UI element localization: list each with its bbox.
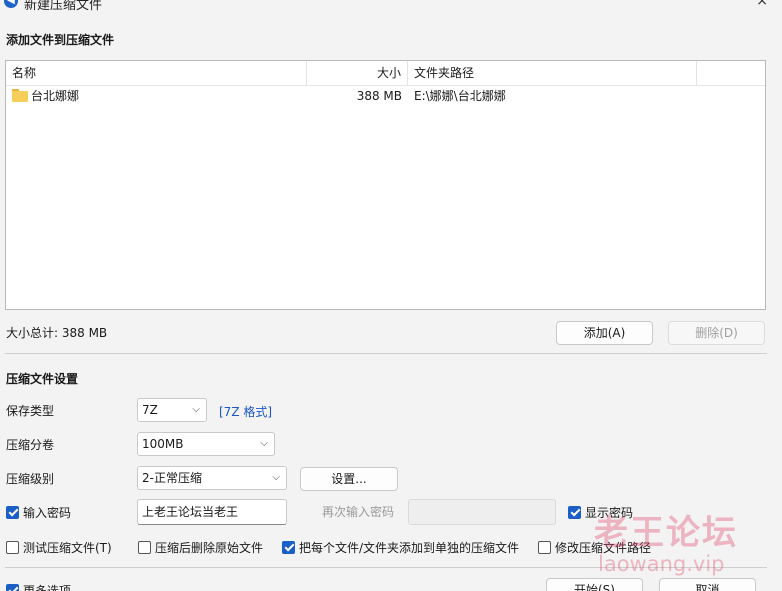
chevron-down-icon: ⌵ (260, 438, 268, 449)
password-checkbox[interactable]: 输入密码 (6, 504, 71, 520)
column-path-header[interactable]: 文件夹路径 (408, 61, 697, 85)
format-link[interactable]: [7Z 格式] (219, 403, 272, 420)
folder-icon (12, 89, 28, 102)
separate-archives-checkbox[interactable]: 把每个文件/文件夹添加到单独的压缩文件 (282, 539, 519, 555)
test-archive-checkbox[interactable]: 测试压缩文件(T) (6, 539, 112, 555)
file-size: 388 MB (356, 89, 402, 103)
checkbox-checked[interactable] (6, 583, 19, 591)
column-size-header[interactable]: 大小 (307, 61, 408, 85)
title-bar: ◀ 新建压缩文件 × (0, 0, 782, 13)
chevron-down-icon: ⌵ (192, 404, 200, 415)
split-select[interactable]: 100MB ⌵ (137, 432, 275, 456)
list-header: 名称 大小 文件夹路径 (6, 61, 765, 86)
checkbox-checked[interactable] (6, 505, 19, 519)
settings-section-title: 压缩文件设置 (6, 372, 79, 386)
password-input[interactable]: 上老王论坛当老王 (137, 499, 287, 525)
checkbox-unchecked[interactable] (138, 540, 151, 554)
add-button[interactable]: 添加(A) (556, 321, 653, 345)
more-options-checkbox[interactable]: 更多选项 (6, 582, 71, 591)
checkbox-unchecked[interactable] (6, 540, 19, 554)
file-path: E:\娜娜\台北娜娜 (414, 89, 506, 103)
checkbox-checked[interactable] (282, 540, 295, 554)
file-list[interactable]: 名称 大小 文件夹路径 台北娜娜 388 MB E:\娜娜\台北娜娜 (5, 60, 766, 310)
divider (5, 567, 767, 568)
delete-after-checkbox[interactable]: 压缩后删除原始文件 (138, 539, 263, 555)
column-name-header[interactable]: 名称 (6, 61, 307, 85)
reenter-password-input[interactable] (408, 499, 556, 525)
save-type-select[interactable]: 7Z ⌵ (137, 398, 207, 422)
show-password-checkbox[interactable]: 显示密码 (568, 504, 633, 520)
settings-button[interactable]: 设置... (300, 467, 398, 491)
close-icon[interactable]: × (756, 0, 768, 9)
delete-button[interactable]: 删除(D) (668, 321, 765, 345)
window-title: 新建压缩文件 (24, 0, 103, 13)
start-button[interactable]: 开始(S) (546, 578, 643, 591)
checkbox-checked[interactable] (568, 505, 581, 519)
level-label: 压缩级别 (6, 472, 55, 486)
total-size: 大小总计: 388 MB (6, 326, 108, 340)
app-icon: ◀ (4, 0, 18, 8)
file-name: 台北娜娜 (31, 89, 80, 103)
change-path-checkbox[interactable]: 修改压缩文件路径 (538, 539, 651, 555)
divider (5, 353, 767, 354)
list-item[interactable]: 台北娜娜 388 MB E:\娜娜\台北娜娜 (6, 85, 765, 107)
level-select[interactable]: 2-正常压缩 ⌵ (137, 466, 287, 490)
compress-dialog: ◀ 新建压缩文件 × 添加文件到压缩文件 名称 大小 文件夹路径 台北娜娜 38… (0, 0, 782, 591)
cancel-button[interactable]: 取消 (659, 578, 756, 591)
reenter-label: 再次输入密码 (322, 505, 395, 519)
checkbox-unchecked[interactable] (538, 540, 551, 554)
files-section-title: 添加文件到压缩文件 (6, 33, 115, 47)
split-label: 压缩分卷 (6, 438, 55, 452)
chevron-down-icon: ⌵ (272, 472, 280, 483)
save-type-label: 保存类型 (6, 404, 55, 418)
watermark-sub: laowang.vip (598, 552, 725, 576)
